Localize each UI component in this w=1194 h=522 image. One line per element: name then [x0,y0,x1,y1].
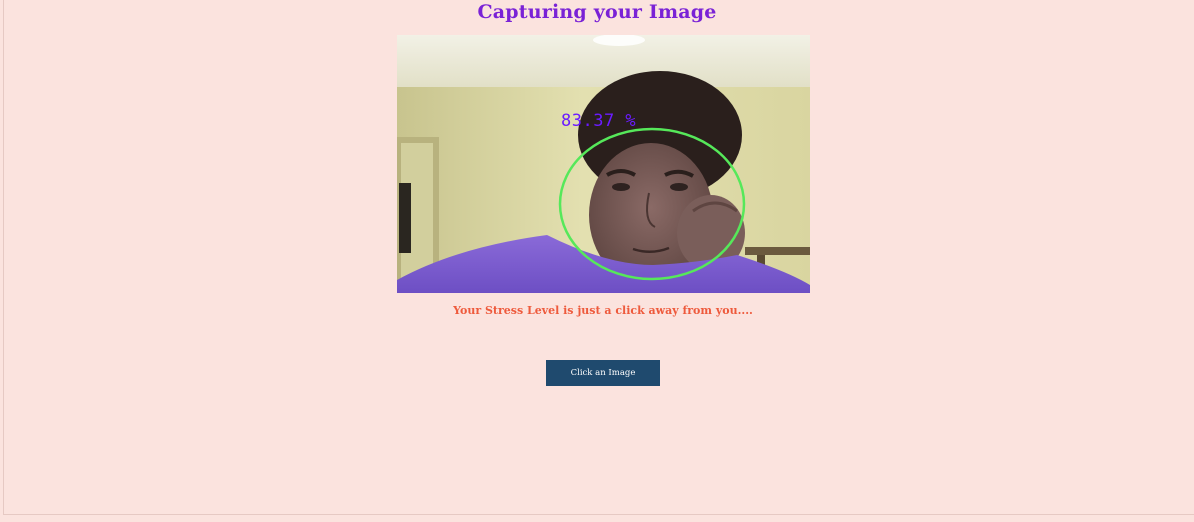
page-title: Capturing your Image [477,1,717,23]
click-image-button[interactable]: Click an Image [546,360,660,386]
webcam-feed: 83.37 % [397,35,810,293]
webcam-frame-image [397,35,810,293]
stress-tagline: Your Stress Level is just a click away f… [453,304,753,317]
confidence-label: 83.37 % [561,111,637,131]
